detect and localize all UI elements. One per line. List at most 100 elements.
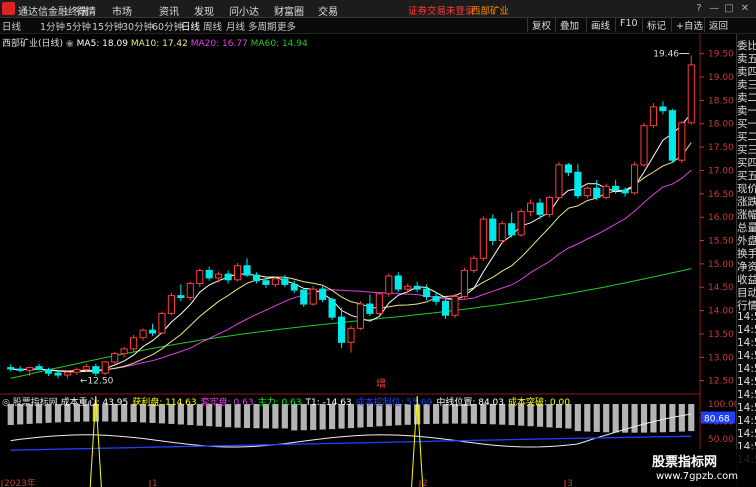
indicator-value: 成本控制位: 55.69: [355, 398, 433, 408]
menu-market[interactable]: 市场: [112, 3, 132, 18]
low-price-marker: ←12.50: [80, 377, 114, 387]
candle-body: [621, 189, 629, 194]
period-30min[interactable]: 30分钟: [122, 19, 153, 33]
period-1min[interactable]: 1分钟: [40, 19, 65, 33]
period-multi[interactable]: 多周期: [248, 19, 277, 33]
candle[interactable]: [111, 351, 119, 364]
candle[interactable]: [451, 293, 459, 319]
candle-body: [337, 316, 346, 343]
candle[interactable]: [470, 255, 478, 274]
candle[interactable]: [460, 267, 468, 299]
maximize-button[interactable]: □: [722, 2, 736, 15]
candle-body: [479, 218, 487, 259]
indicator-current-value: 80.68: [704, 415, 730, 425]
price-axis-label: 18.00: [708, 120, 734, 130]
candle[interactable]: [479, 216, 487, 262]
menu-discover[interactable]: 发现: [194, 3, 214, 18]
login-status[interactable]: 证券交易未登录: [408, 3, 475, 17]
candle[interactable]: [385, 273, 393, 297]
f10-button[interactable]: F10: [615, 18, 642, 32]
candle[interactable]: [234, 262, 242, 282]
candle-body: [630, 164, 639, 194]
indicator-value: T1: -14.63: [305, 398, 352, 408]
candle-body: [489, 218, 497, 242]
add-watchlist-button[interactable]: +自选: [671, 18, 707, 32]
adjust-button[interactable]: 复权: [527, 18, 555, 32]
kline-chart[interactable]: 19.50 19.00 18.50 18.00 17.50 17.00 16.50 16.00…: [0, 34, 736, 487]
period-15min[interactable]: 15分钟: [92, 19, 123, 33]
date-axis-label: 3: [567, 479, 573, 487]
candle-body: [7, 367, 15, 370]
mark-button[interactable]: 标记: [642, 18, 670, 32]
candle[interactable]: [602, 183, 610, 200]
candle[interactable]: [668, 108, 676, 163]
indicator-value: 成本重心: 43.95: [60, 398, 129, 408]
menu-quotes[interactable]: 行情: [76, 3, 96, 18]
period-60min[interactable]: 60分钟: [152, 19, 183, 33]
draw-button[interactable]: 画线: [586, 18, 614, 32]
candle[interactable]: [167, 292, 175, 316]
minimize-button[interactable]: —: [707, 2, 721, 15]
candle-body: [252, 274, 261, 282]
candle-body: [668, 110, 676, 161]
candle[interactable]: [545, 195, 554, 218]
candle-body: [678, 122, 686, 161]
candle[interactable]: [309, 286, 317, 306]
settings-icon[interactable]: ◉: [66, 39, 74, 49]
candle[interactable]: [630, 162, 639, 195]
candle[interactable]: [101, 361, 109, 376]
candle[interactable]: [517, 208, 525, 237]
menu-wealth[interactable]: 财富圈: [274, 3, 304, 18]
candle[interactable]: [375, 291, 383, 316]
overlay-button[interactable]: 叠加: [555, 18, 583, 32]
candle-body: [35, 366, 43, 370]
period-weekly[interactable]: 周线: [203, 19, 222, 33]
candle-body: [16, 368, 24, 371]
period-day-dropdown[interactable]: 日线: [2, 19, 21, 33]
candle[interactable]: [186, 281, 194, 301]
indicator-bar: [659, 404, 666, 433]
menu-news[interactable]: 资讯: [159, 3, 179, 18]
candle[interactable]: [356, 301, 365, 331]
candle-body: [593, 187, 601, 199]
close-button[interactable]: ✕: [738, 2, 752, 15]
menu-ask[interactable]: 问小达: [229, 3, 259, 18]
candle[interactable]: [498, 220, 506, 244]
candle-body: [44, 368, 53, 374]
back-button[interactable]: 返回: [704, 18, 732, 32]
help-button[interactable]: ?: [692, 2, 706, 15]
candle-body: [404, 285, 412, 290]
ma60-label: MA60: 14.94: [250, 39, 308, 49]
current-stock-name: 西部矿业: [471, 6, 510, 17]
indicator-value: 套牢盘: 0.63: [200, 398, 254, 408]
period-more[interactable]: 更多: [277, 19, 296, 33]
candle[interactable]: [678, 120, 686, 163]
candle-body: [498, 223, 506, 242]
candle[interactable]: [158, 311, 166, 334]
price-axis-label: 12.50: [708, 377, 734, 387]
menu-trade[interactable]: 交易: [318, 3, 338, 18]
indicator-bar: [650, 404, 657, 433]
candle[interactable]: [489, 214, 497, 246]
period-monthly[interactable]: 月线: [226, 19, 245, 33]
candle[interactable]: [328, 297, 336, 320]
price-axis-label: 19.00: [708, 73, 734, 83]
candle[interactable]: [687, 55, 695, 125]
candle-body: [574, 171, 582, 197]
ma-legend: 西部矿业(日线) ◉ MA5: 18.09 MA10: 17.42 MA20: …: [2, 36, 308, 49]
period-5min[interactable]: 5分钟: [66, 19, 91, 33]
side-panel-item: 14:5: [737, 311, 756, 323]
candle[interactable]: [130, 334, 138, 352]
candle-body: [73, 368, 81, 373]
date-axis-label: 2023年: [4, 477, 36, 487]
candle[interactable]: [300, 288, 308, 307]
price-axis-label: 17.00: [708, 166, 734, 176]
side-panel-item: 14:5: [737, 376, 756, 388]
candle[interactable]: [640, 122, 648, 167]
candle[interactable]: [319, 286, 327, 303]
candle-body: [186, 282, 194, 299]
indicator-name[interactable]: ◎ 股票指标网: [2, 398, 61, 408]
candle[interactable]: [555, 162, 563, 200]
period-daily[interactable]: 日线: [181, 19, 200, 33]
candle[interactable]: [649, 103, 658, 129]
